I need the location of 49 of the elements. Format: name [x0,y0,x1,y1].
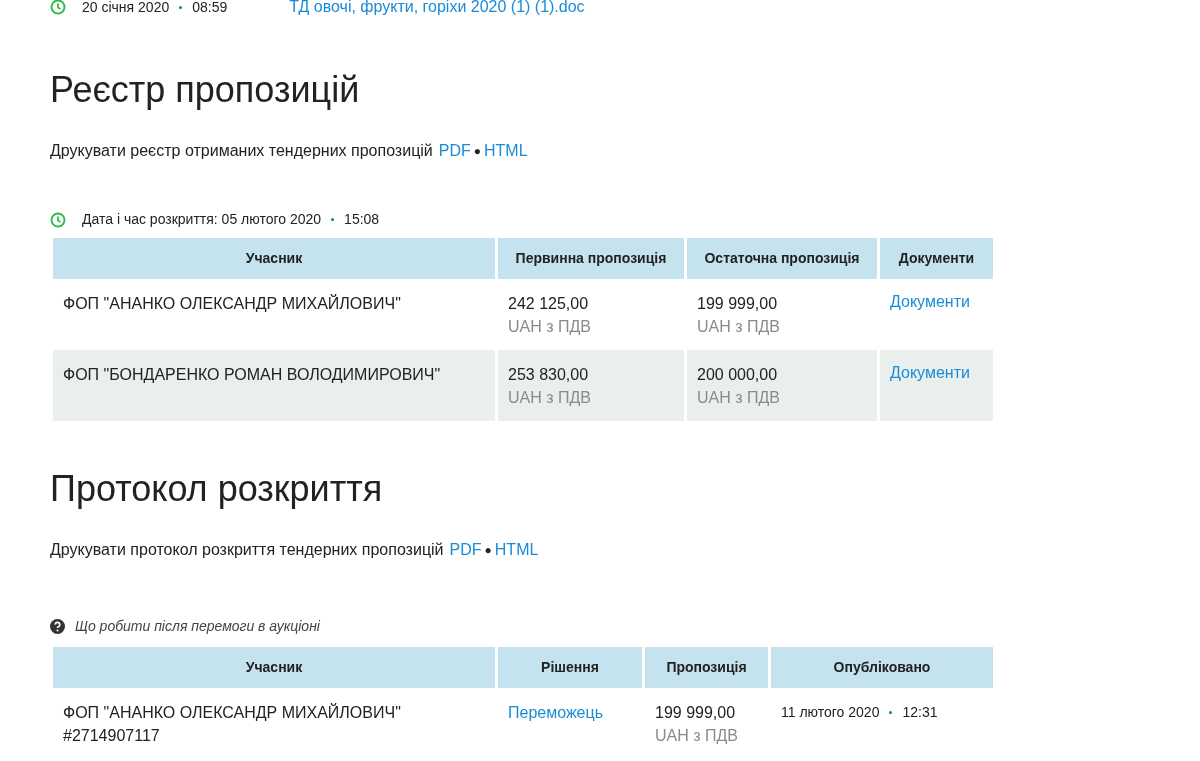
column-header: Пропозиція [645,647,768,689]
currency-text: UAH з ПДВ [508,388,592,409]
column-header: Рішення [498,647,642,689]
participant-name: ФОП "АНАНКО ОЛЕКСАНДР МИХАЙЛОВИЧ" [63,293,402,315]
print-text: Друкувати реєстр отриманих тендерних пропозицій [50,141,433,162]
help-icon [50,619,65,635]
participant-name: ФОП "АНАНКО ОЛЕКСАНДР МИХАЙЛОВИЧ" [63,702,402,724]
currency-text: UAH з ПДВ [508,317,592,338]
amount-text: 200 000,00 [697,365,779,386]
time-text: 08:59 [192,0,228,17]
column-header: Документи [880,238,993,280]
column-header: Опубліковано [771,647,993,689]
separator: ● [484,542,492,560]
participant-name: ФОП "БОНДАРЕНКО РОМАН ВОЛОДИМИРОВИЧ" [63,365,442,386]
separator: ● [473,143,482,161]
currency-text: UAH з ПДВ [697,388,781,409]
published-date: 11 лютого 2020 [781,703,880,723]
currency-text: UAH з ПДВ [697,317,781,338]
clock-icon [50,0,66,15]
amount-text: 199 999,00 [697,294,779,315]
section-title: Реєстр пропозицій [50,68,361,112]
dot-icon [889,711,893,715]
section-title: Протокол розкриття [50,467,384,511]
documents-link[interactable]: Документи [890,293,970,311]
file-link[interactable]: ТД овочі, фрукти, горіхи 2020 (1) (1).doc [289,0,585,19]
print-link[interactable]: PDF [449,538,482,563]
dot-icon [179,5,183,9]
print-link[interactable]: PDF [438,139,471,164]
amount-text: 242 125,00 [508,294,590,315]
print-text: Друкувати протокол розкриття тендерних пропозицій [50,540,444,561]
column-header: Учасник [53,238,495,280]
column-header: Первинна пропозиція [498,238,684,280]
currency-text: UAH з ПДВ [655,726,739,747]
date-text: 20 січня 2020 [82,0,170,17]
time-text: 15:08 [344,210,380,230]
help-link[interactable]: Що робити після перемоги в аукціоні [75,616,320,638]
column-header: Учасник [53,647,495,689]
amount-text: 199 999,00 [655,703,737,724]
column-header: Остаточна пропозиція [687,238,877,280]
opening-date-text: Дата і час розкриття: 05 лютого 2020 [82,210,322,230]
documents-link[interactable]: Документи [890,364,970,382]
dot-icon [331,218,335,222]
clock-icon [50,211,66,228]
amount-text: 253 830,00 [508,365,590,386]
print-link[interactable]: HTML [494,538,539,563]
participant-id: #2714907117 [63,726,161,747]
published-time: 12:31 [902,703,938,723]
print-link[interactable]: HTML [484,139,528,164]
decision-link[interactable]: Переможець [508,704,603,722]
